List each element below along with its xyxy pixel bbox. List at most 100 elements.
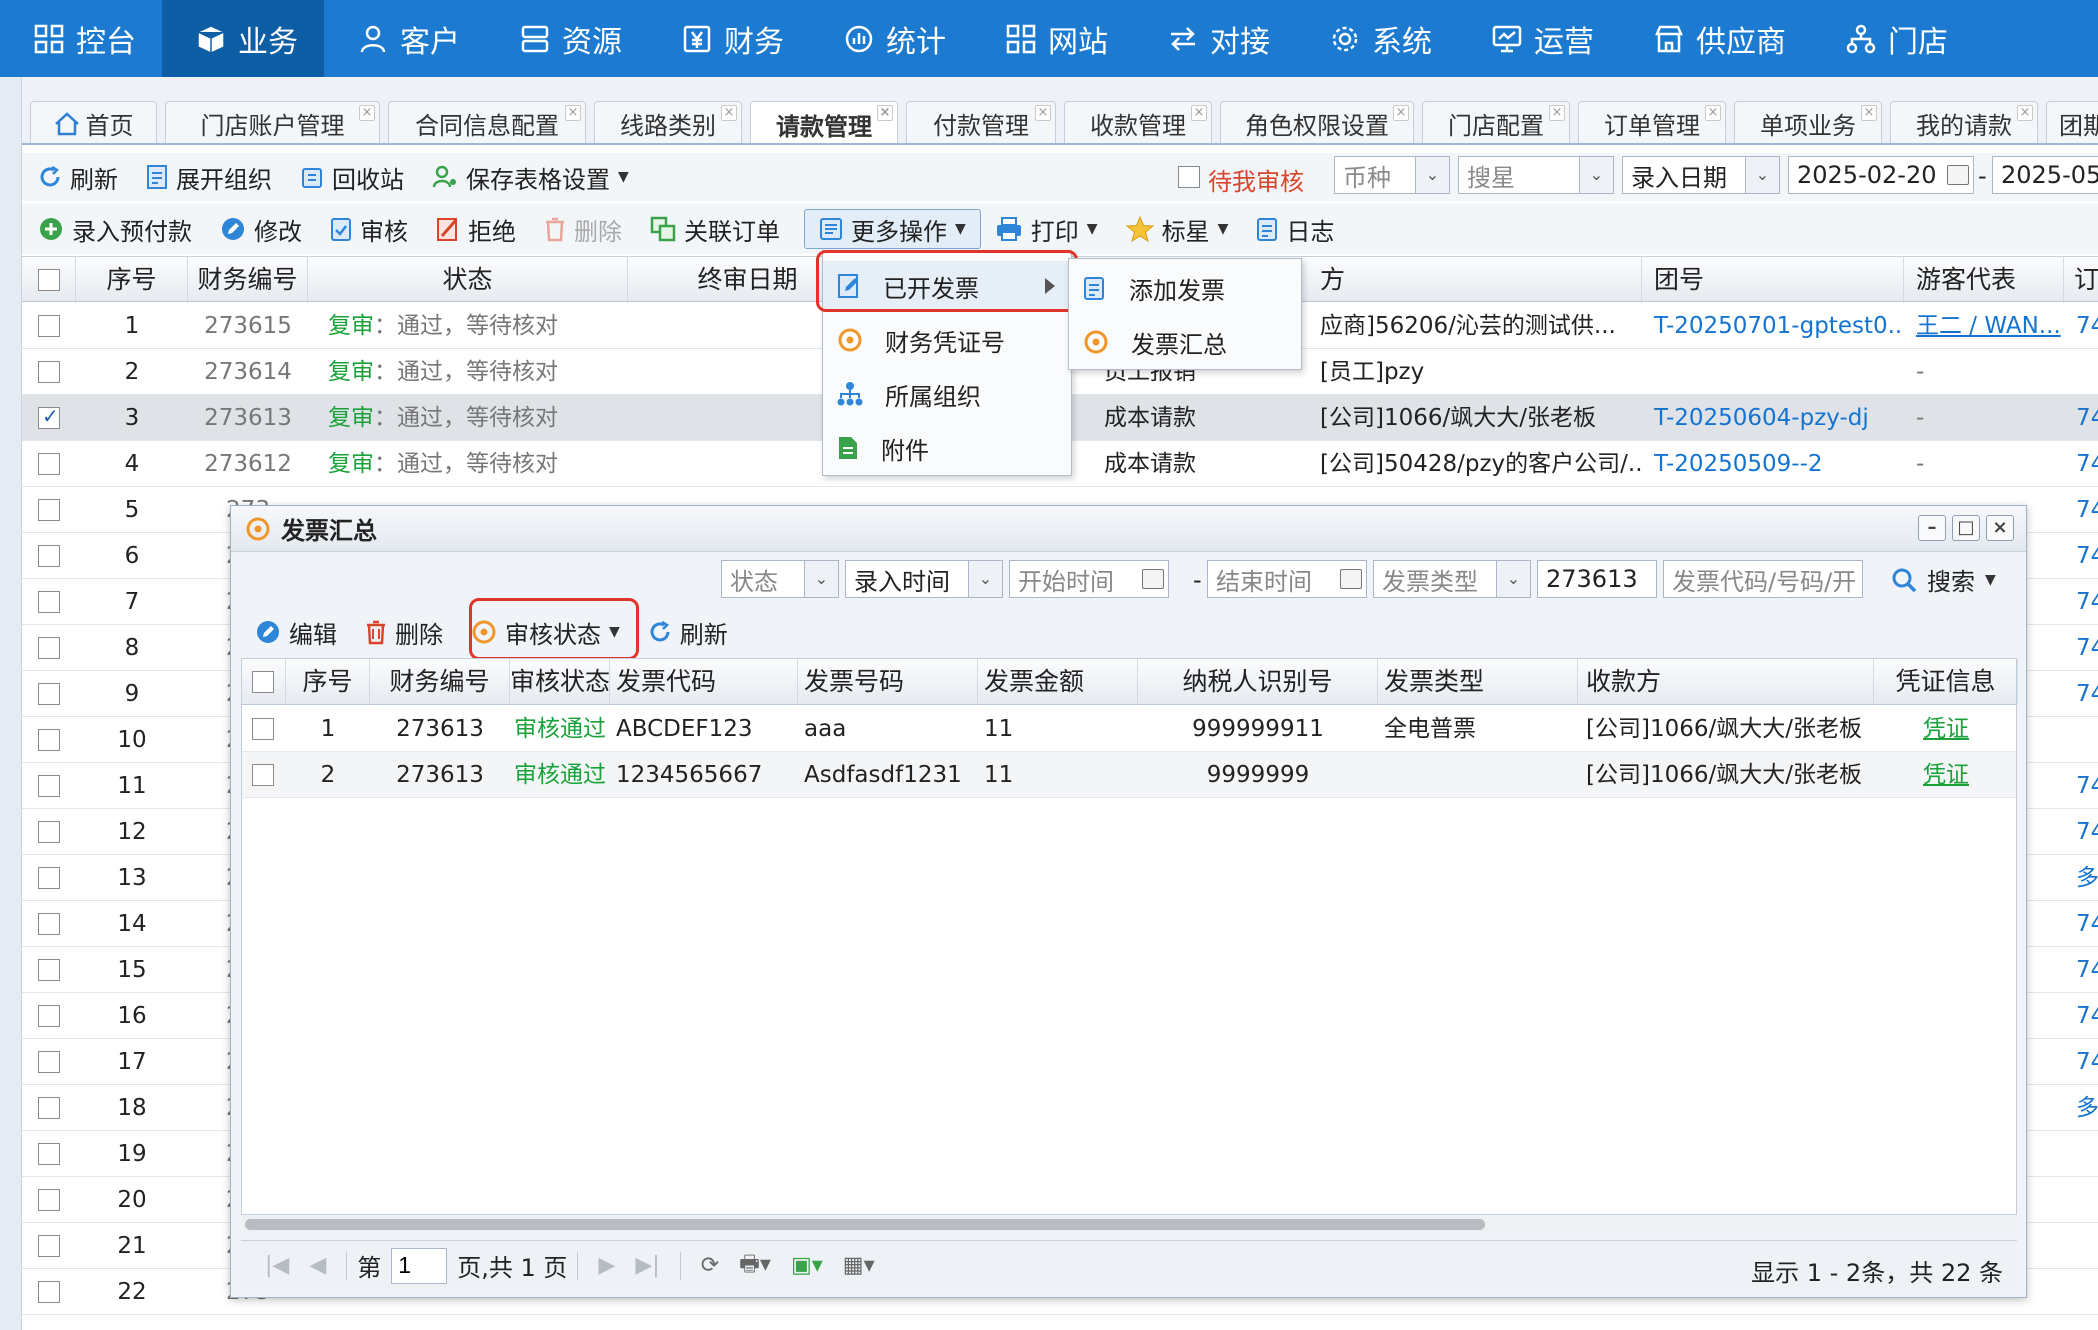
cell-order[interactable]: 743 [2064, 579, 2098, 625]
dialog-time-field-select[interactable]: 录入时间 ⌄ [845, 560, 1003, 598]
cell-order[interactable] [2064, 1131, 2098, 1177]
star-select[interactable]: 搜星 ⌄ [1458, 156, 1614, 194]
chevron-down-icon[interactable]: ⌄ [1496, 561, 1530, 597]
tab-collection[interactable]: 收款管理 × [1064, 101, 1212, 143]
date-field-select[interactable]: 录入日期 ⌄ [1622, 156, 1780, 194]
left-collapsed-panel[interactable] [0, 77, 22, 1330]
close-icon[interactable]: × [565, 105, 581, 121]
dialog-invoice-type-select[interactable]: 发票类型 ⌄ [1373, 560, 1531, 598]
invoice-header-payee[interactable]: 收款方 [1578, 659, 1874, 705]
header-payee[interactable]: 方 [1312, 257, 1642, 303]
cell-group-no[interactable]: T-20250509--2 [1642, 441, 1904, 487]
nav-customer[interactable]: 客户 [324, 0, 486, 77]
row-checkbox[interactable] [38, 959, 60, 981]
cell-tourist[interactable]: - [1904, 395, 2064, 441]
row-checkbox[interactable] [38, 821, 60, 843]
invoice-header-fin-no[interactable]: 财务编号 [370, 659, 510, 705]
invoice-header-seq[interactable]: 序号 [286, 659, 370, 705]
reject-button[interactable]: 拒绝 [422, 209, 530, 249]
close-icon[interactable]: × [359, 105, 375, 121]
cell-group-no[interactable]: T-20250604-pzy-dj [1642, 395, 1904, 441]
row-checkbox[interactable] [38, 913, 60, 935]
row-checkbox[interactable] [38, 683, 60, 705]
menu-item-invoice-summary[interactable]: 发票汇总 [1069, 317, 1301, 367]
dialog-titlebar[interactable]: 发票汇总 – □ × [231, 506, 2026, 552]
menu-item-voucher-no[interactable]: 财务凭证号 [823, 315, 1071, 365]
cell-order[interactable]: 743 [2064, 993, 2098, 1039]
column-settings-icon[interactable]: ▦▾ [833, 1253, 885, 1278]
header-group-no[interactable]: 团号 [1642, 257, 1904, 303]
cell-order[interactable]: 743 [2064, 809, 2098, 855]
cell-order[interactable]: 多订 [2064, 1085, 2098, 1131]
dialog-invoice-code-input[interactable]: 发票代码/号码/开 [1663, 560, 1863, 598]
tab-store-config[interactable]: 门店配置 × [1422, 101, 1570, 143]
chevron-down-icon[interactable]: ⌄ [968, 561, 1002, 597]
header-status[interactable]: 状态 [308, 257, 628, 303]
row-checkbox[interactable] [38, 545, 60, 567]
invoice-header-audit[interactable]: 审核状态 [510, 659, 610, 705]
chevron-down-icon[interactable]: ⌄ [1745, 157, 1779, 193]
minimize-icon[interactable]: – [1918, 515, 1946, 541]
print-button[interactable]: 打印 ▼ [981, 209, 1112, 249]
more-actions-button[interactable]: 更多操作 ▼ [804, 209, 981, 249]
menu-item-org[interactable]: 所属组织 [823, 369, 1071, 419]
cell-order[interactable]: 多订 [2064, 855, 2098, 901]
tab-group-schedule[interactable]: 团期计 [2046, 101, 2098, 143]
next-page-icon[interactable]: ▶ [588, 1253, 625, 1278]
tab-store-account[interactable]: 门店账户管理 × [165, 101, 380, 143]
row-checkbox[interactable] [38, 499, 60, 521]
nav-operation[interactable]: 运营 [1458, 0, 1620, 77]
cell-order[interactable]: 743 [2064, 1039, 2098, 1085]
edit-button[interactable]: 修改 [206, 209, 316, 249]
invoice-header-amount[interactable]: 发票金额 [978, 659, 1138, 705]
tab-single-business[interactable]: 单项业务 × [1734, 101, 1882, 143]
row-checkbox[interactable] [38, 729, 60, 751]
close-icon[interactable]: × [1035, 105, 1051, 121]
print-icon[interactable]: 🖶▾ [729, 1247, 781, 1285]
close-icon[interactable]: × [1705, 105, 1721, 121]
row-checkbox[interactable] [38, 453, 60, 475]
add-prepayment-button[interactable]: 录入预付款 [22, 209, 206, 249]
row-checkbox[interactable] [38, 1281, 60, 1303]
menu-item-attachment[interactable]: 附件 [823, 423, 1071, 473]
cell-order[interactable]: 743 [2064, 441, 2098, 487]
save-grid-settings-button[interactable]: 保存表格设置 ▼ [418, 157, 643, 197]
row-checkbox[interactable] [38, 404, 60, 429]
refresh-button[interactable]: 刷新 [22, 157, 132, 197]
close-icon[interactable]: × [721, 105, 737, 121]
nav-statistics[interactable]: 统计 [810, 0, 972, 77]
dialog-fin-no-input[interactable]: 273613 [1537, 560, 1657, 598]
chevron-down-icon[interactable]: ⌄ [804, 561, 838, 597]
invoice-header-code[interactable]: 发票代码 [610, 659, 798, 705]
cell-order[interactable] [2064, 1269, 2098, 1315]
invoice-header-number[interactable]: 发票号码 [798, 659, 978, 705]
star-button[interactable]: 标星 ▼ [1112, 209, 1243, 249]
calendar-icon[interactable] [1142, 569, 1164, 589]
cell-order[interactable]: 743 [2064, 671, 2098, 717]
row-checkbox[interactable] [38, 315, 60, 337]
cell-group-no[interactable] [1642, 349, 1904, 395]
row-checkbox[interactable] [38, 637, 60, 659]
invoice-header-taxpayer[interactable]: 纳税人识别号 [1138, 659, 1378, 705]
date-from-input[interactable]: 2025-02-20 [1788, 156, 1974, 194]
recycle-bin-button[interactable]: 回收站 [286, 157, 418, 197]
tab-home[interactable]: 首页 [30, 101, 157, 143]
last-page-icon[interactable]: ▶| [625, 1253, 669, 1278]
delete-button[interactable]: 删除 [530, 209, 636, 249]
cell-order[interactable] [2064, 1177, 2098, 1223]
cell-order[interactable]: 743 [2064, 625, 2098, 671]
cell-order[interactable]: 743 [2064, 487, 2098, 533]
header-fin-no[interactable]: 财务编号 [188, 257, 308, 303]
dialog-status-select[interactable]: 状态 ⌄ [721, 560, 839, 598]
audit-button[interactable]: 审核 [316, 209, 422, 249]
maximize-icon[interactable]: □ [1952, 515, 1980, 541]
cell-order[interactable]: 743 [2064, 533, 2098, 579]
nav-system[interactable]: 系统 [1296, 0, 1458, 77]
invoice-row[interactable]: 1 273613 审核通过 ABCDEF123 aaa 11 999999911 全电普票 [公… [242, 706, 2016, 752]
dialog-edit-button[interactable]: 编辑 [241, 612, 351, 652]
dialog-start-time-input[interactable]: 开始时间 [1009, 560, 1169, 598]
cell-tourist[interactable]: - [1904, 349, 2064, 395]
tab-payment-request[interactable]: 请款管理 × [750, 101, 898, 143]
dialog-delete-button[interactable]: 删除 [351, 612, 457, 652]
header-order[interactable]: 订单 [2064, 257, 2098, 303]
